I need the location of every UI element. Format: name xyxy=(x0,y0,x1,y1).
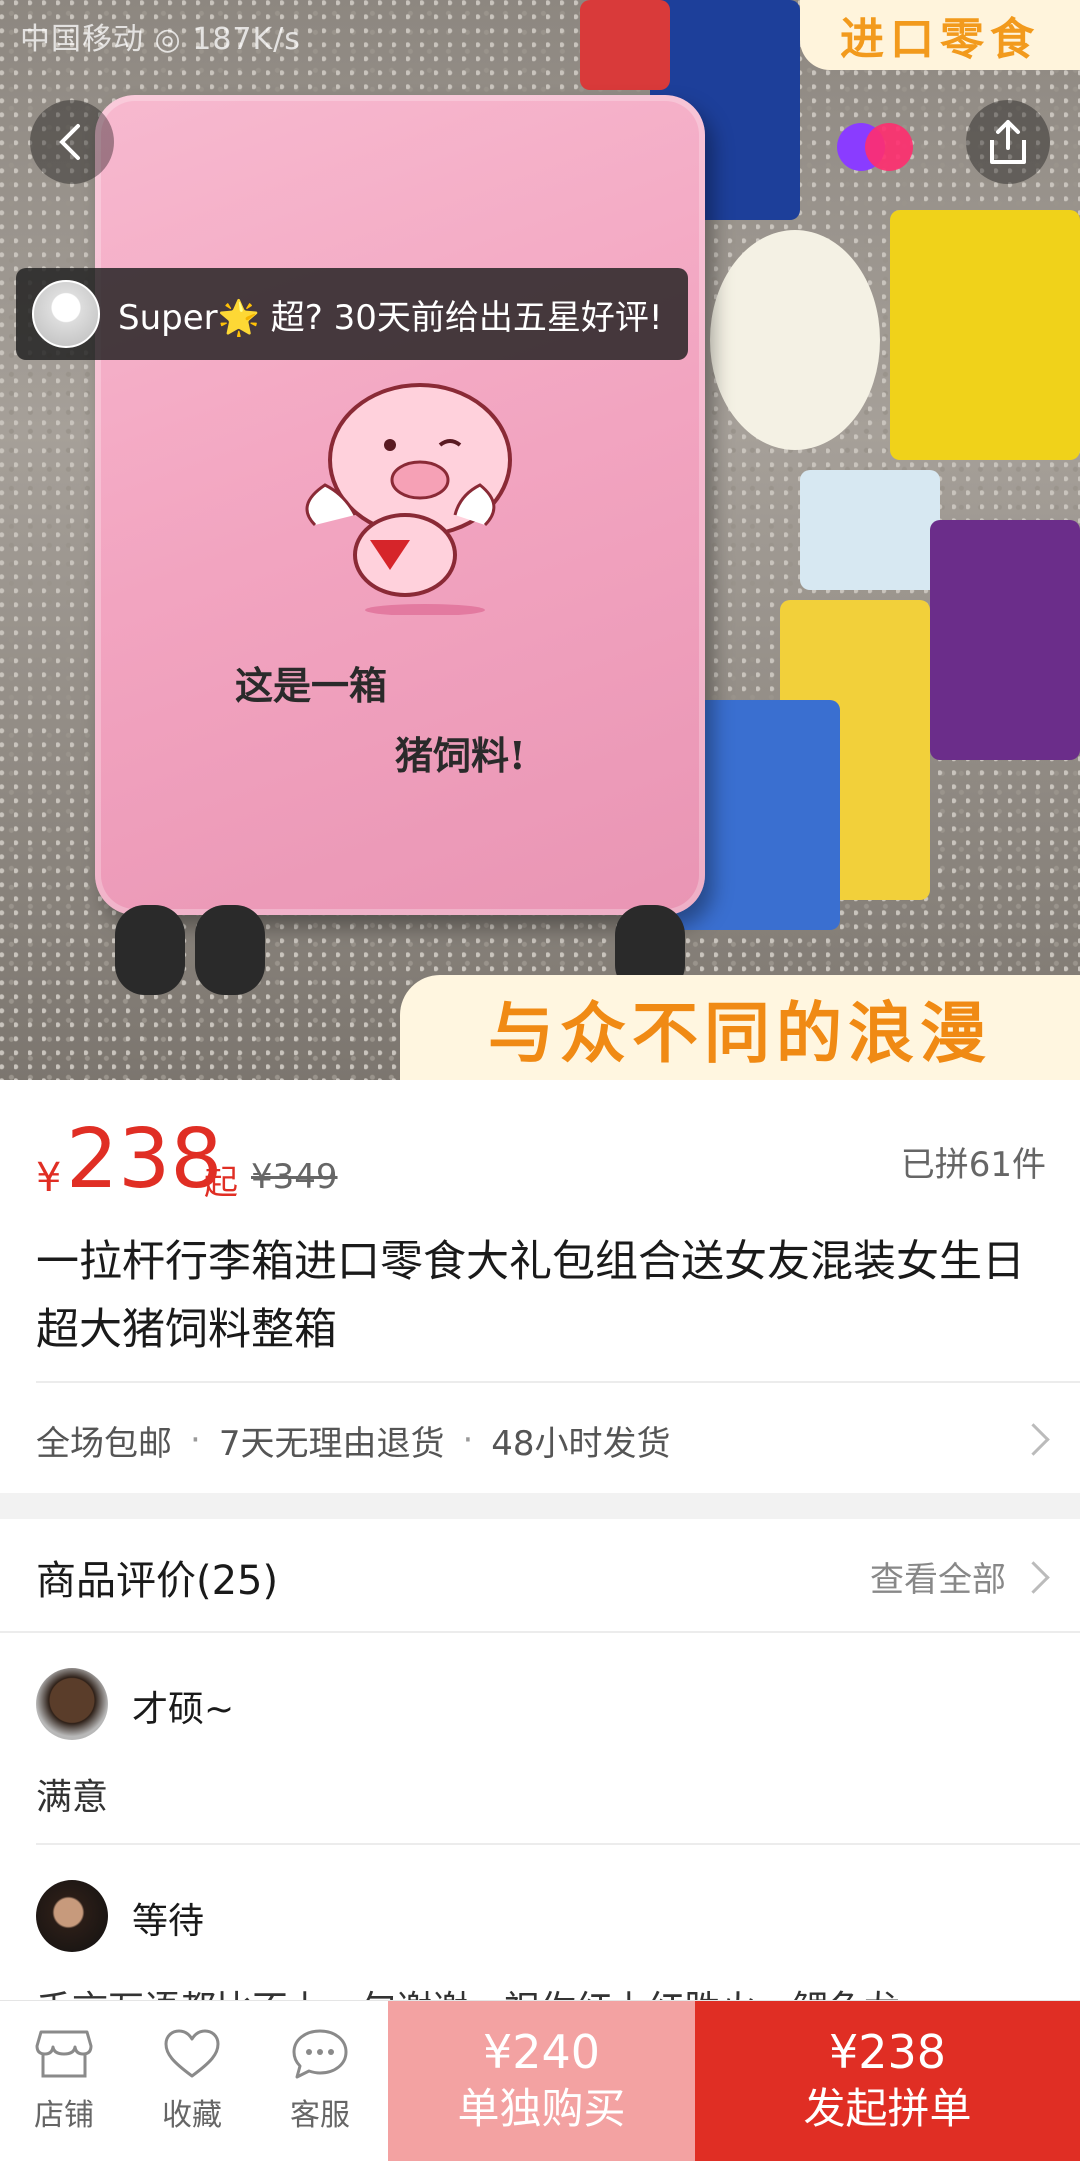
suitcase-text-line1: 这是一箱 xyxy=(235,663,388,708)
separator-dot: · xyxy=(190,1420,201,1460)
wheel xyxy=(195,905,265,995)
status-bar: 中国移动 ◎ 187K/s xyxy=(20,22,301,57)
review-item[interactable]: 才硕~ 满意 xyxy=(36,1668,1046,1828)
share-button[interactable] xyxy=(966,100,1050,184)
service-48h-ship: 48小时发货 xyxy=(491,1423,671,1464)
review-toast: Super🌟 超? 30天前给出五星好评! xyxy=(16,268,688,360)
tab-customer-service-label: 客服 xyxy=(290,2098,350,2133)
currency-symbol: ¥ xyxy=(36,1155,62,1201)
toast-text: Super🌟 超? 30天前给出五星好评! xyxy=(118,297,663,338)
tab-customer-service[interactable]: 客服 xyxy=(256,2001,384,2161)
price-suffix: 起 xyxy=(204,1163,238,1203)
reviews-header[interactable]: 商品评价(25) 查看全部 xyxy=(36,1548,1046,1608)
product-image[interactable]: 中国移动 ◎ 187K/s 进口零食 这是一箱 猪饲料! 与众不同的浪漫 Sup… xyxy=(0,0,1080,1080)
heart-icon xyxy=(164,2029,220,2078)
reviews-title: 商品评价(25) xyxy=(36,1558,279,1604)
heart-logo-icon[interactable] xyxy=(835,118,915,176)
view-all-reviews-link[interactable]: 查看全部 xyxy=(870,1552,1006,1601)
grape-pack xyxy=(930,520,1080,760)
banner-imported-snacks: 进口零食 xyxy=(800,0,1080,70)
price-row: ¥ 238 起 ¥349 已拼61件 xyxy=(36,1115,1046,1205)
snack-box xyxy=(800,470,940,590)
back-button[interactable] xyxy=(30,100,114,184)
service-7day-return: 7天无理由退货 xyxy=(218,1423,445,1464)
buy-alone-label: 单独购买 xyxy=(457,2084,626,2133)
tab-favorite[interactable]: 收藏 xyxy=(128,2001,256,2161)
group-price: 238 xyxy=(66,1112,223,1207)
store-icon xyxy=(35,2030,93,2078)
review-text: 满意 xyxy=(36,1777,109,1818)
toast-avatar xyxy=(32,280,100,348)
chat-icon xyxy=(292,2029,348,2079)
reviewer-name: 才硕~ xyxy=(132,1689,235,1730)
divider xyxy=(36,1843,1080,1845)
cookie-tin xyxy=(710,230,880,450)
group-buy-label: 发起拼单 xyxy=(803,2084,972,2133)
red-pack xyxy=(580,0,670,90)
banner-romance: 与众不同的浪漫 xyxy=(400,975,1080,1080)
tab-store[interactable]: 店铺 xyxy=(0,2001,128,2161)
reviewer-name: 等待 xyxy=(132,1901,205,1942)
bottom-action-bar: 店铺 收藏 客服 ¥240 单独购买 ¥238 发起拼单 xyxy=(0,2000,1080,2161)
chips-bag xyxy=(890,210,1080,460)
start-group-buy-button[interactable]: ¥238 发起拼单 xyxy=(695,2001,1080,2161)
section-separator xyxy=(0,1493,1080,1519)
reviewer-avatar xyxy=(36,1880,108,1952)
wheel xyxy=(115,905,185,995)
service-row[interactable]: 全场包邮 · 7天无理由退货 · 48小时发货 xyxy=(36,1410,1046,1470)
pig-illustration xyxy=(305,383,512,615)
suitcase-text-line2: 猪饲料! xyxy=(395,733,526,778)
divider xyxy=(0,1631,1080,1633)
buy-alone-button[interactable]: ¥240 单独购买 xyxy=(388,2001,695,2161)
sold-count: 已拼61件 xyxy=(900,1145,1046,1185)
reviewer-avatar xyxy=(36,1668,108,1740)
divider xyxy=(36,1381,1080,1383)
buy-alone-price: ¥240 xyxy=(482,2025,601,2079)
tab-store-label: 店铺 xyxy=(34,2098,94,2133)
separator-dot: · xyxy=(462,1420,474,1460)
product-title: 一拉杆行李箱进口零食大礼包组合送女友混装女生日超大猪饲料整箱 xyxy=(36,1237,1025,1355)
tab-favorite-label: 收藏 xyxy=(162,2098,222,2133)
chevron-left-icon xyxy=(59,124,80,160)
pink-suitcase: 这是一箱 猪饲料! xyxy=(95,95,705,995)
group-buy-price: ¥238 xyxy=(828,2025,947,2079)
service-free-shipping: 全场包邮 xyxy=(36,1423,172,1464)
share-icon xyxy=(990,120,1026,164)
original-price: ¥349 xyxy=(251,1157,338,1197)
